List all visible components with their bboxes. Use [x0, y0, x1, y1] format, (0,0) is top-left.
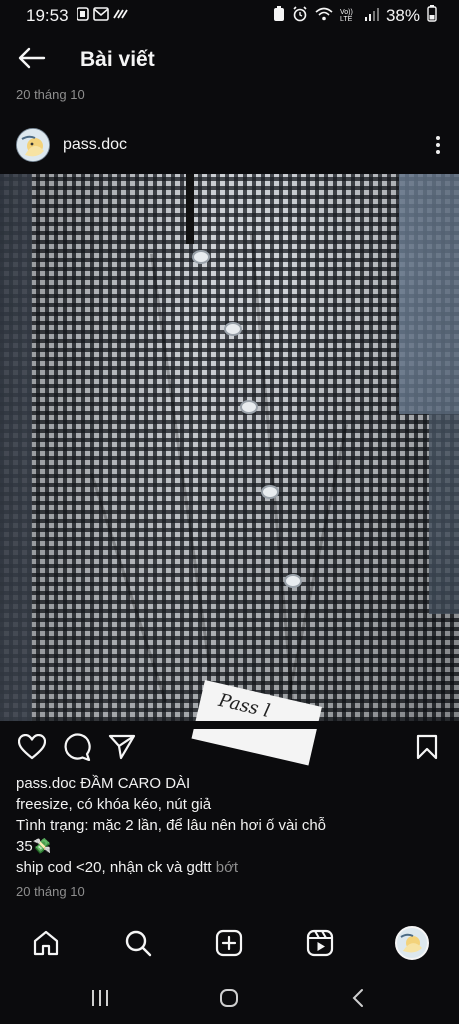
- caption-title: ĐẦM CARO DÀI: [80, 775, 191, 792]
- dress-button: [240, 400, 258, 414]
- battery-percent: 38%: [385, 6, 420, 25]
- home-system-button[interactable]: [217, 988, 241, 1012]
- recent-apps-button[interactable]: [88, 988, 112, 1012]
- post-date-top: 20 tháng 10: [16, 87, 85, 102]
- more-options-button[interactable]: [431, 133, 445, 157]
- heart-icon: [17, 733, 47, 765]
- add-square-icon: [215, 929, 243, 962]
- status-right: Vo)) LTE 38%: [273, 5, 437, 27]
- back-button[interactable]: [2, 38, 62, 82]
- post-caption: pass.doc ĐẦM CARO DÀI freesize, có khóa …: [16, 773, 446, 878]
- post-image[interactable]: [0, 174, 459, 721]
- bookmark-icon: [416, 734, 438, 765]
- pass-tag-text: Pass l: [216, 689, 272, 723]
- network-label: Vo)) LTE: [339, 9, 353, 23]
- more-dot: [436, 150, 440, 154]
- caption-line-2: freesize, có khóa kéo, nút giả: [16, 796, 212, 813]
- chevron-left-icon: [351, 988, 365, 1013]
- home-icon: [32, 929, 60, 962]
- nav-search[interactable]: [120, 927, 156, 963]
- author-name[interactable]: pass.doc: [63, 136, 127, 154]
- caption-line-1: pass.doc ĐẦM CARO DÀI: [16, 773, 446, 794]
- author-row: pass.doc: [0, 124, 459, 166]
- status-time: 19:53: [26, 6, 69, 25]
- recent-apps-icon: [90, 989, 110, 1012]
- system-navigation: [0, 976, 459, 1024]
- page-title: Bài viết: [80, 48, 155, 71]
- caption-line-5: ship cod <20, nhận ck và gdtt bớt: [16, 857, 446, 878]
- more-vertical-icon: [436, 136, 440, 140]
- author-avatar[interactable]: [16, 128, 50, 162]
- battery-saver-icon: [273, 5, 285, 27]
- alarm-icon: [292, 5, 308, 27]
- share-button[interactable]: [107, 734, 137, 764]
- more-dot: [436, 143, 440, 147]
- send-icon: [108, 734, 136, 765]
- save-button[interactable]: [412, 734, 442, 764]
- dress-button: [224, 322, 242, 336]
- like-button[interactable]: [17, 733, 47, 765]
- post-actions: [0, 728, 459, 768]
- image-shading: [0, 174, 459, 721]
- comment-button[interactable]: [62, 732, 92, 766]
- caption-line-5-text: ship cod <20, nhận ck và gdtt: [16, 859, 212, 876]
- status-bar: 19:53 Vo)) LTE 38%: [0, 0, 459, 32]
- dress-button: [192, 250, 210, 264]
- dress-button: [284, 574, 302, 588]
- signal-icon: [364, 6, 379, 26]
- caption-line-3: Tình trạng: mặc 2 lần, để lâu nên hơi ố …: [16, 817, 327, 834]
- caption-line-4: 35💸: [16, 838, 52, 855]
- home-circle-icon: [219, 988, 239, 1013]
- dress-button: [261, 485, 279, 499]
- nav-create[interactable]: [211, 927, 247, 963]
- post-date-bottom: 20 tháng 10: [16, 884, 85, 899]
- nav-profile[interactable]: [394, 925, 430, 965]
- notification-icons: [75, 6, 137, 26]
- nav-reels[interactable]: [302, 927, 338, 963]
- zipper-strip: [186, 174, 194, 244]
- top-bar: Bài viết: [0, 38, 459, 82]
- nav-home[interactable]: [28, 927, 64, 963]
- arrow-left-icon: [18, 47, 46, 74]
- comment-icon: [63, 732, 91, 766]
- search-icon: [124, 929, 152, 962]
- avatar-icon: [395, 925, 429, 965]
- reels-icon: [306, 929, 334, 962]
- wifi-icon: [315, 6, 333, 26]
- bottom-navigation: [0, 920, 459, 970]
- back-system-button[interactable]: [346, 988, 370, 1012]
- caption-username[interactable]: pass.doc: [16, 775, 76, 792]
- battery-icon: [427, 5, 437, 27]
- caption-less-link[interactable]: bớt: [216, 859, 238, 876]
- status-left: 19:53: [26, 6, 137, 26]
